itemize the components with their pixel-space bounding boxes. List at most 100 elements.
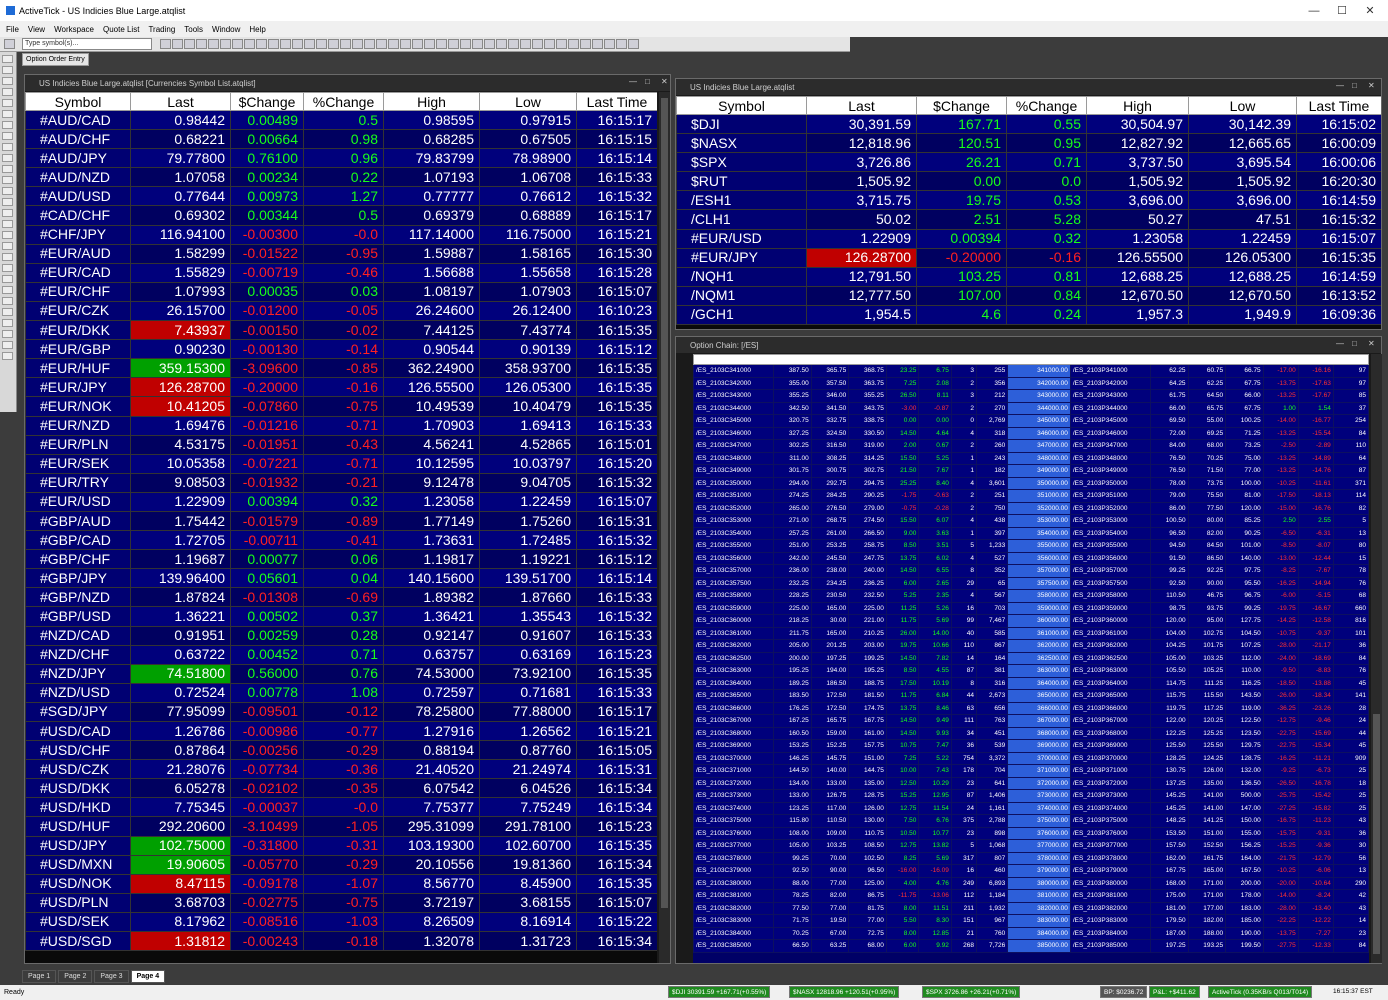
window-maximize-icon[interactable]: □ <box>1352 339 1357 348</box>
toolbar-icon[interactable] <box>160 39 171 49</box>
quote-row[interactable]: #EUR/CHF 1.07993 0.00035 0.03 1.08197 1.07903… <box>25 281 657 302</box>
option-row[interactable]: /ES_2103C364000 189.25 186.50 188.75 17.50 10… <box>693 676 1369 690</box>
quote-row[interactable]: #USD/MXN 19.90605 -0.05770 -0.29 20.10556 19.… <box>25 854 657 875</box>
quote-row[interactable]: #EUR/PLN 4.53175 -0.01951 -0.43 4.56241 4.528… <box>25 434 657 455</box>
quote-row[interactable]: /NQH1 12,791.50 103.25 0.81 12,688.25 12,688.… <box>676 266 1381 287</box>
toolbar-icon[interactable] <box>328 39 339 49</box>
option-row[interactable]: /ES_2103C352000 265.00 276.50 279.00 -0.75 -0… <box>693 501 1369 515</box>
option-row[interactable]: /ES_2103C347000 302.25 316.50 319.00 2.00 0.6… <box>693 439 1369 453</box>
toolbar-icon[interactable] <box>544 39 555 49</box>
option-row[interactable]: /ES_2103C359000 225.00 165.00 225.00 11.25 5.… <box>693 601 1369 615</box>
drawing-tool-icon[interactable] <box>2 88 13 96</box>
option-row[interactable]: /ES_2103C370000 146.25 145.75 151.00 7.25 5.2… <box>693 751 1369 765</box>
quote-row[interactable]: #GBP/USD 1.36221 0.00502 0.37 1.36421 1.35543… <box>25 606 657 627</box>
column-header[interactable]: Symbol <box>676 96 807 115</box>
quote-row[interactable]: #GBP/CHF 1.19687 0.00077 0.06 1.19817 1.19221… <box>25 549 657 570</box>
option-row[interactable]: /ES_2103C362500 200.00 197.25 199.25 14.50 7.… <box>693 651 1369 665</box>
option-row[interactable]: /ES_2103C349000 301.75 300.75 302.75 21.50 7.… <box>693 464 1369 478</box>
quote-row[interactable]: #AUD/USD 0.77644 0.00973 1.27 0.77777 0.76612… <box>25 186 657 207</box>
drawing-tool-icon[interactable] <box>2 187 13 195</box>
left-scrollbar[interactable] <box>659 92 670 963</box>
quote-row[interactable]: #EUR/NZD 1.69476 -0.01216 -0.71 1.70903 1.694… <box>25 415 657 436</box>
quote-row[interactable]: #EUR/JPY 126.28700 -0.20000 -0.16 126.55500 1… <box>676 247 1381 268</box>
option-row[interactable]: /ES_2103C369000 153.25 152.25 157.75 10.75 7.… <box>693 739 1369 753</box>
quote-row[interactable]: /NQM1 12,777.50 107.00 0.84 12,670.50 12,670.… <box>676 285 1381 306</box>
toolbar-icon[interactable] <box>532 39 543 49</box>
option-row[interactable]: /ES_2103C377000 105.00 103.25 108.50 12.75 13… <box>693 839 1369 853</box>
column-header[interactable]: %Change <box>303 92 384 111</box>
quote-row[interactable]: #USD/HUF 292.20600 -3.10499 -1.05 295.31099 2… <box>25 816 657 837</box>
column-header[interactable]: High <box>1086 96 1189 115</box>
quote-row[interactable]: #NZD/USD 0.72524 0.00778 1.08 0.72597 0.71681… <box>25 682 657 703</box>
minimize-icon[interactable]: — <box>1300 0 1328 21</box>
option-row[interactable]: /ES_2103C378000 99.25 70.00 102.50 8.25 5.69 3… <box>693 851 1369 865</box>
drawing-tool-icon[interactable] <box>2 55 13 63</box>
tab-page-3[interactable]: Page 3 <box>94 970 129 983</box>
option-row[interactable]: /ES_2103C351000 274.25 284.25 290.25 -1.75 -0… <box>693 489 1369 503</box>
quote-row[interactable]: #USD/CZK 21.28076 -0.07734 -0.36 21.40520 21.… <box>25 759 657 780</box>
toolbar-icon[interactable] <box>388 39 399 49</box>
quote-row[interactable]: #GBP/CAD 1.72705 -0.00711 -0.41 1.73631 1.724… <box>25 530 657 551</box>
option-row[interactable]: /ES_2103C363000 195.25 194.00 195.25 8.50 4.5… <box>693 664 1369 678</box>
drawing-tool-icon[interactable] <box>2 330 13 338</box>
window-close-icon[interactable]: ✕ <box>1368 339 1375 348</box>
toolbar-icon[interactable] <box>568 39 579 49</box>
option-row[interactable]: /ES_2103C384000 70.25 67.00 72.75 8.00 12.85 2… <box>693 926 1369 940</box>
column-header[interactable]: Last <box>130 92 231 111</box>
drawing-tool-icon[interactable] <box>2 176 13 184</box>
column-header[interactable]: %Change <box>1006 96 1087 115</box>
quote-row[interactable]: #USD/JPY 102.75000 -0.31800 -0.31 103.19300 1… <box>25 835 657 856</box>
quote-row[interactable]: #USD/NOK 8.47115 -0.09178 -1.07 8.56770 8.459… <box>25 873 657 894</box>
window-minimize-icon[interactable]: — <box>629 77 637 86</box>
toolbar-icon[interactable] <box>484 39 495 49</box>
toolbar-icon[interactable] <box>244 39 255 49</box>
drawing-tool-icon[interactable] <box>2 297 13 305</box>
quote-row[interactable]: $RUT 1,505.92 0.00 0.0 1,505.92 1,505.92 16:20… <box>676 171 1381 192</box>
option-row[interactable]: /ES_2103C343000 355.25 346.00 355.25 26.50 8.… <box>693 389 1369 403</box>
option-row[interactable]: /ES_2103C383000 71.75 19.50 77.00 5.50 8.30 15… <box>693 914 1369 928</box>
tab-page-1[interactable]: Page 1 <box>22 970 57 983</box>
quote-row[interactable]: $NASX 12,818.96 120.51 0.95 12,827.92 12,665.… <box>676 133 1381 154</box>
option-row[interactable]: /ES_2103C367000 167.25 165.75 167.75 14.50 9.… <box>693 714 1369 728</box>
maximize-icon[interactable]: ☐ <box>1328 0 1356 21</box>
quote-row[interactable]: #USD/CHF 0.87864 -0.00256 -0.29 0.88194 0.877… <box>25 740 657 761</box>
option-order-entry-button[interactable]: Option Order Entry <box>22 52 89 66</box>
quote-row[interactable]: #EUR/JPY 126.28700 -0.20000 -0.16 126.55500 1… <box>25 377 657 398</box>
toolbar-icon[interactable] <box>496 39 507 49</box>
tab-page-4[interactable]: Page 4 <box>130 970 166 983</box>
option-row[interactable]: /ES_2103C372000 134.00 133.00 135.00 12.50 10… <box>693 776 1369 790</box>
quote-row[interactable]: #EUR/HUF 359.15300 -3.09600 -0.85 362.24900 3… <box>25 358 657 379</box>
quote-row[interactable]: #EUR/CAD 1.55829 -0.00719 -0.46 1.56688 1.556… <box>25 262 657 283</box>
quote-row[interactable]: #EUR/USD 1.22909 0.00394 0.32 1.23058 1.22459… <box>676 228 1381 249</box>
option-row[interactable]: /ES_2103C376000 108.00 109.00 110.75 10.50 10… <box>693 826 1369 840</box>
drawing-tool-icon[interactable] <box>2 121 13 129</box>
drawing-tool-icon[interactable] <box>2 242 13 250</box>
quote-row[interactable]: /CLH1 50.02 2.51 5.28 50.27 47.51 16:15:32 <box>676 209 1381 230</box>
drawing-tool-icon[interactable] <box>2 286 13 294</box>
option-row[interactable]: /ES_2103C356000 242.00 245.50 247.75 13.75 6.… <box>693 551 1369 565</box>
column-header[interactable]: Symbol <box>25 92 131 111</box>
toolbar-icon[interactable] <box>436 39 447 49</box>
toolbar-icon[interactable] <box>172 39 183 49</box>
quote-row[interactable]: #AUD/JPY 79.77800 0.76100 0.96 79.83799 78.98… <box>25 148 657 169</box>
toolbar-icon[interactable] <box>184 39 195 49</box>
menu-tools[interactable]: Tools <box>184 25 203 34</box>
option-row[interactable]: /ES_2103C362000 205.00 201.25 203.00 19.75 10… <box>693 639 1369 653</box>
option-scrollbar[interactable] <box>1371 354 1382 963</box>
quote-row[interactable]: #EUR/USD 1.22909 0.00394 0.32 1.23058 1.22459… <box>25 491 657 512</box>
quote-row[interactable]: #GBP/AUD 1.75442 -0.01579 -0.89 1.77149 1.752… <box>25 510 657 532</box>
quote-row[interactable]: #USD/SGD 1.31812 -0.00243 -0.18 1.32078 1.317… <box>25 931 657 952</box>
drawing-tool-icon[interactable] <box>2 165 13 173</box>
symbol-input[interactable]: Type symbol(s)... <box>22 38 152 50</box>
menu-quote-list[interactable]: Quote List <box>103 25 139 34</box>
toolbar-icon[interactable] <box>220 39 231 49</box>
drawing-tool-icon[interactable] <box>2 110 13 118</box>
quote-row[interactable]: #GBP/JPY 139.96400 0.05601 0.04 140.15600 139… <box>25 568 657 589</box>
option-row[interactable]: /ES_2103C381000 78.25 82.00 86.75 -11.75 -13.… <box>693 889 1369 903</box>
option-row[interactable]: /ES_2103C366000 176.25 172.50 174.75 13.75 8.… <box>693 701 1369 715</box>
drawing-tool-icon[interactable] <box>2 341 13 349</box>
option-row[interactable]: /ES_2103C353000 271.00 268.75 274.50 15.50 6.… <box>693 514 1369 528</box>
toolbar-icon[interactable] <box>196 39 207 49</box>
quote-row[interactable]: #EUR/SEK 10.05358 -0.07221 -0.71 10.12595 10.… <box>25 453 657 474</box>
toolbar-icon[interactable] <box>424 39 435 49</box>
